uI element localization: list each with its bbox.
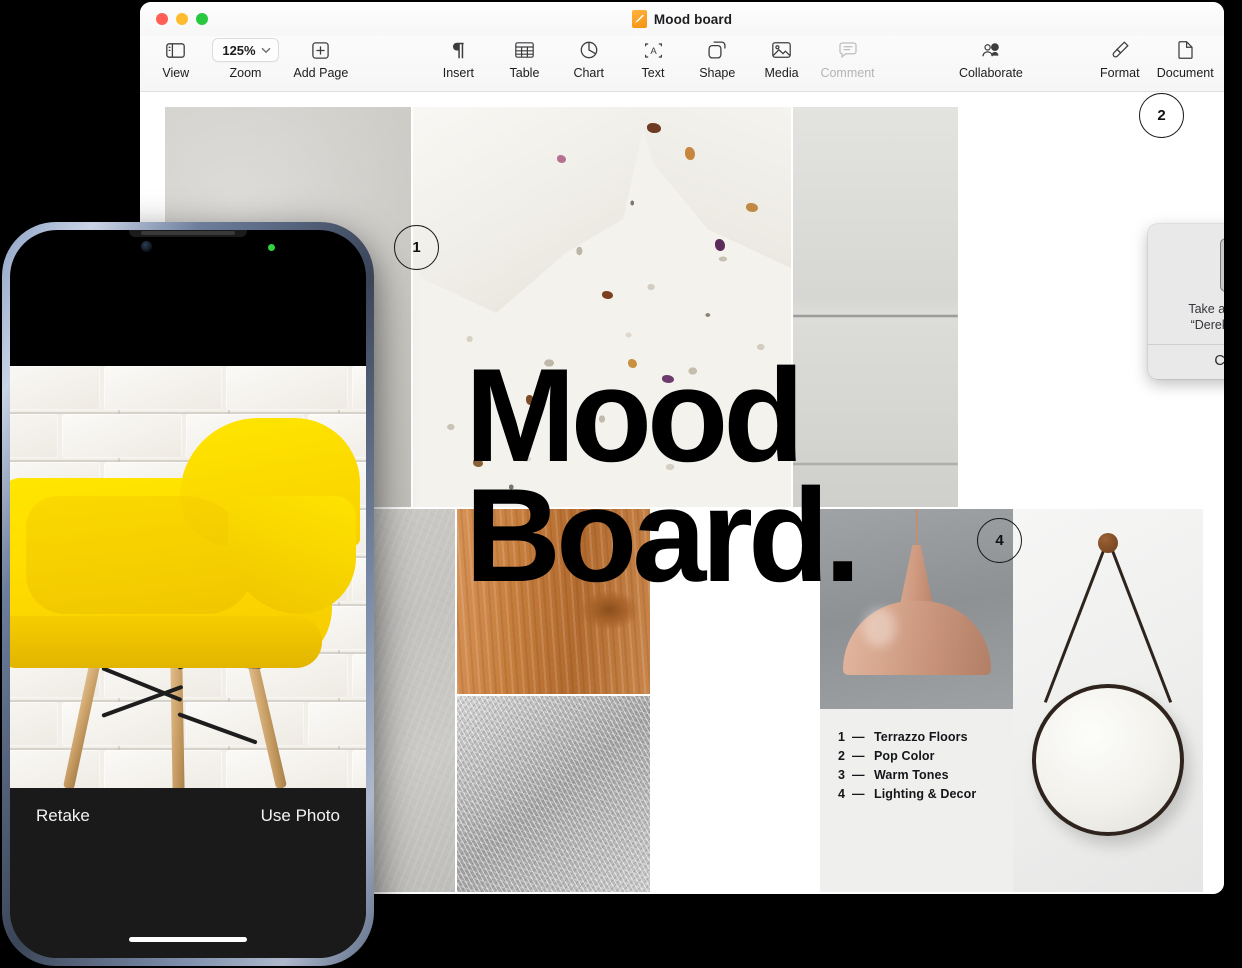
screenshot-root: Mood board View 125% Zoom Add Page Inser… (0, 0, 1242, 968)
toolbar-shape-label: Shape (699, 66, 736, 80)
legend-item: 2 — Pop Color (838, 747, 976, 766)
toolbar-view-label: View (162, 66, 190, 80)
photo-icon (772, 38, 791, 62)
popover-cancel-button[interactable]: Cancel (1148, 345, 1224, 379)
iphone-screen[interactable]: Retake Use Photo (10, 230, 366, 958)
window-titlebar: Mood board (140, 2, 1224, 36)
toolbar-text-button[interactable]: A Text (630, 38, 676, 80)
toolbar-table-button[interactable]: Table (501, 38, 547, 80)
text-box-icon: A (644, 38, 663, 62)
toolbar-zoom-control[interactable]: 125% Zoom (212, 38, 279, 80)
document-icon (1178, 38, 1193, 62)
toolbar-media-label: Media (764, 66, 799, 80)
zoom-percentage-popup[interactable]: 125% (212, 38, 279, 62)
home-indicator[interactable] (129, 937, 247, 942)
legend-dash: — (852, 768, 865, 782)
window-title: Mood board (653, 11, 733, 27)
plus-square-icon (312, 38, 330, 62)
toolbar-text-label: Text (641, 66, 665, 80)
shapes-icon (708, 38, 726, 62)
toolbar-shape-button[interactable]: Shape (694, 38, 740, 80)
toolbar-insert-button[interactable]: Insert (435, 38, 481, 80)
zoom-value: 125% (222, 42, 256, 58)
image-tile-gray-fur[interactable] (457, 696, 650, 892)
legend-label: Lighting & Decor (874, 787, 977, 801)
legend-dash: — (852, 787, 865, 801)
popover-message-line2: “Derek’s iPhone” (1190, 318, 1224, 332)
board-marker-1[interactable]: 1 (394, 225, 439, 270)
window-title-group: Mood board (140, 10, 1224, 28)
use-photo-button[interactable]: Use Photo (261, 806, 340, 826)
captured-photo-preview (10, 366, 366, 804)
pages-document-icon (631, 10, 647, 28)
toolbar-insert-label: Insert (442, 66, 475, 80)
earpiece-speaker (129, 230, 247, 237)
toolbar-view-button[interactable]: View (153, 38, 199, 80)
board-marker-2[interactable]: 2 (1139, 93, 1184, 138)
toolbar-table-label: Table (509, 66, 540, 80)
mood-board-legend: 1 — Terrazzo Floors 2 — Pop Color 3 — Wa… (838, 728, 976, 804)
toolbar-format-label: Format (1100, 66, 1140, 80)
legend-dash: — (852, 749, 865, 763)
pilcrow-icon (451, 38, 465, 62)
image-tile-round-mirror[interactable] (1013, 509, 1203, 892)
board-marker-4[interactable]: 4 (977, 518, 1022, 563)
toolbar-collaborate-label: Collaborate (958, 66, 1023, 80)
collaborate-icon (981, 38, 1001, 62)
toolbar-format-button[interactable]: Format (1097, 38, 1143, 80)
legend-number: 1 (838, 730, 846, 744)
popover-message-line1: Take a photo with (1188, 302, 1224, 316)
toolbar-comment-label: Comment (820, 66, 875, 80)
photo-confirm-bar: Retake Use Photo (10, 788, 366, 958)
toolbar-document-label: Document (1156, 66, 1214, 80)
toolbar-comment-button: Comment (820, 38, 875, 80)
continuity-camera-popover[interactable]: Take a photo with “Derek’s iPhone” Cance… (1148, 224, 1224, 379)
image-tile-concrete[interactable] (793, 107, 958, 507)
toolbar-add-page-button[interactable]: Add Page (293, 38, 349, 80)
paintbrush-icon (1111, 38, 1129, 62)
board-marker-4-number: 4 (995, 532, 1004, 549)
legend-label: Warm Tones (874, 768, 949, 782)
board-marker-1-number: 1 (412, 239, 421, 256)
toolbar-chart-label: Chart (573, 66, 605, 80)
iphone-device-icon (1220, 238, 1224, 292)
speech-bubble-icon (838, 38, 857, 62)
toolbar-zoom-label: Zoom (229, 66, 262, 80)
legend-item: 1 — Terrazzo Floors (838, 728, 976, 747)
toolbar-add-page-label: Add Page (293, 66, 349, 80)
toolbar-document-button[interactable]: Document (1156, 38, 1214, 80)
toolbar-media-button[interactable]: Media (759, 38, 805, 80)
toolbar-chart-button[interactable]: Chart (566, 38, 612, 80)
legend-number: 4 (838, 787, 846, 801)
pie-chart-icon (580, 38, 598, 62)
sidebar-icon (166, 38, 186, 62)
image-tile-wood-grain[interactable] (457, 509, 650, 694)
legend-number: 3 (838, 768, 846, 782)
table-grid-icon (515, 38, 534, 62)
legend-panel: 1 — Terrazzo Floors 2 — Pop Color 3 — Wa… (820, 709, 1013, 892)
front-camera-icon (141, 241, 152, 252)
app-toolbar: View 125% Zoom Add Page Insert Table Cha… (140, 36, 1224, 92)
retake-button[interactable]: Retake (36, 806, 90, 826)
camera-in-use-indicator (268, 244, 275, 251)
iphone-device: Retake Use Photo (2, 222, 374, 966)
legend-item: 4 — Lighting & Decor (838, 785, 976, 804)
svg-text:A: A (650, 46, 657, 57)
legend-item: 3 — Warm Tones (838, 766, 976, 785)
yellow-eames-chair (10, 366, 366, 804)
image-tile-terrazzo[interactable] (413, 107, 791, 507)
toolbar-collaborate-button[interactable]: Collaborate (958, 38, 1023, 80)
legend-number: 2 (838, 749, 846, 763)
board-marker-2-number: 2 (1157, 107, 1166, 124)
legend-label: Pop Color (874, 749, 935, 763)
legend-dash: — (852, 730, 865, 744)
legend-label: Terrazzo Floors (874, 730, 968, 744)
chevron-down-icon (261, 47, 271, 53)
